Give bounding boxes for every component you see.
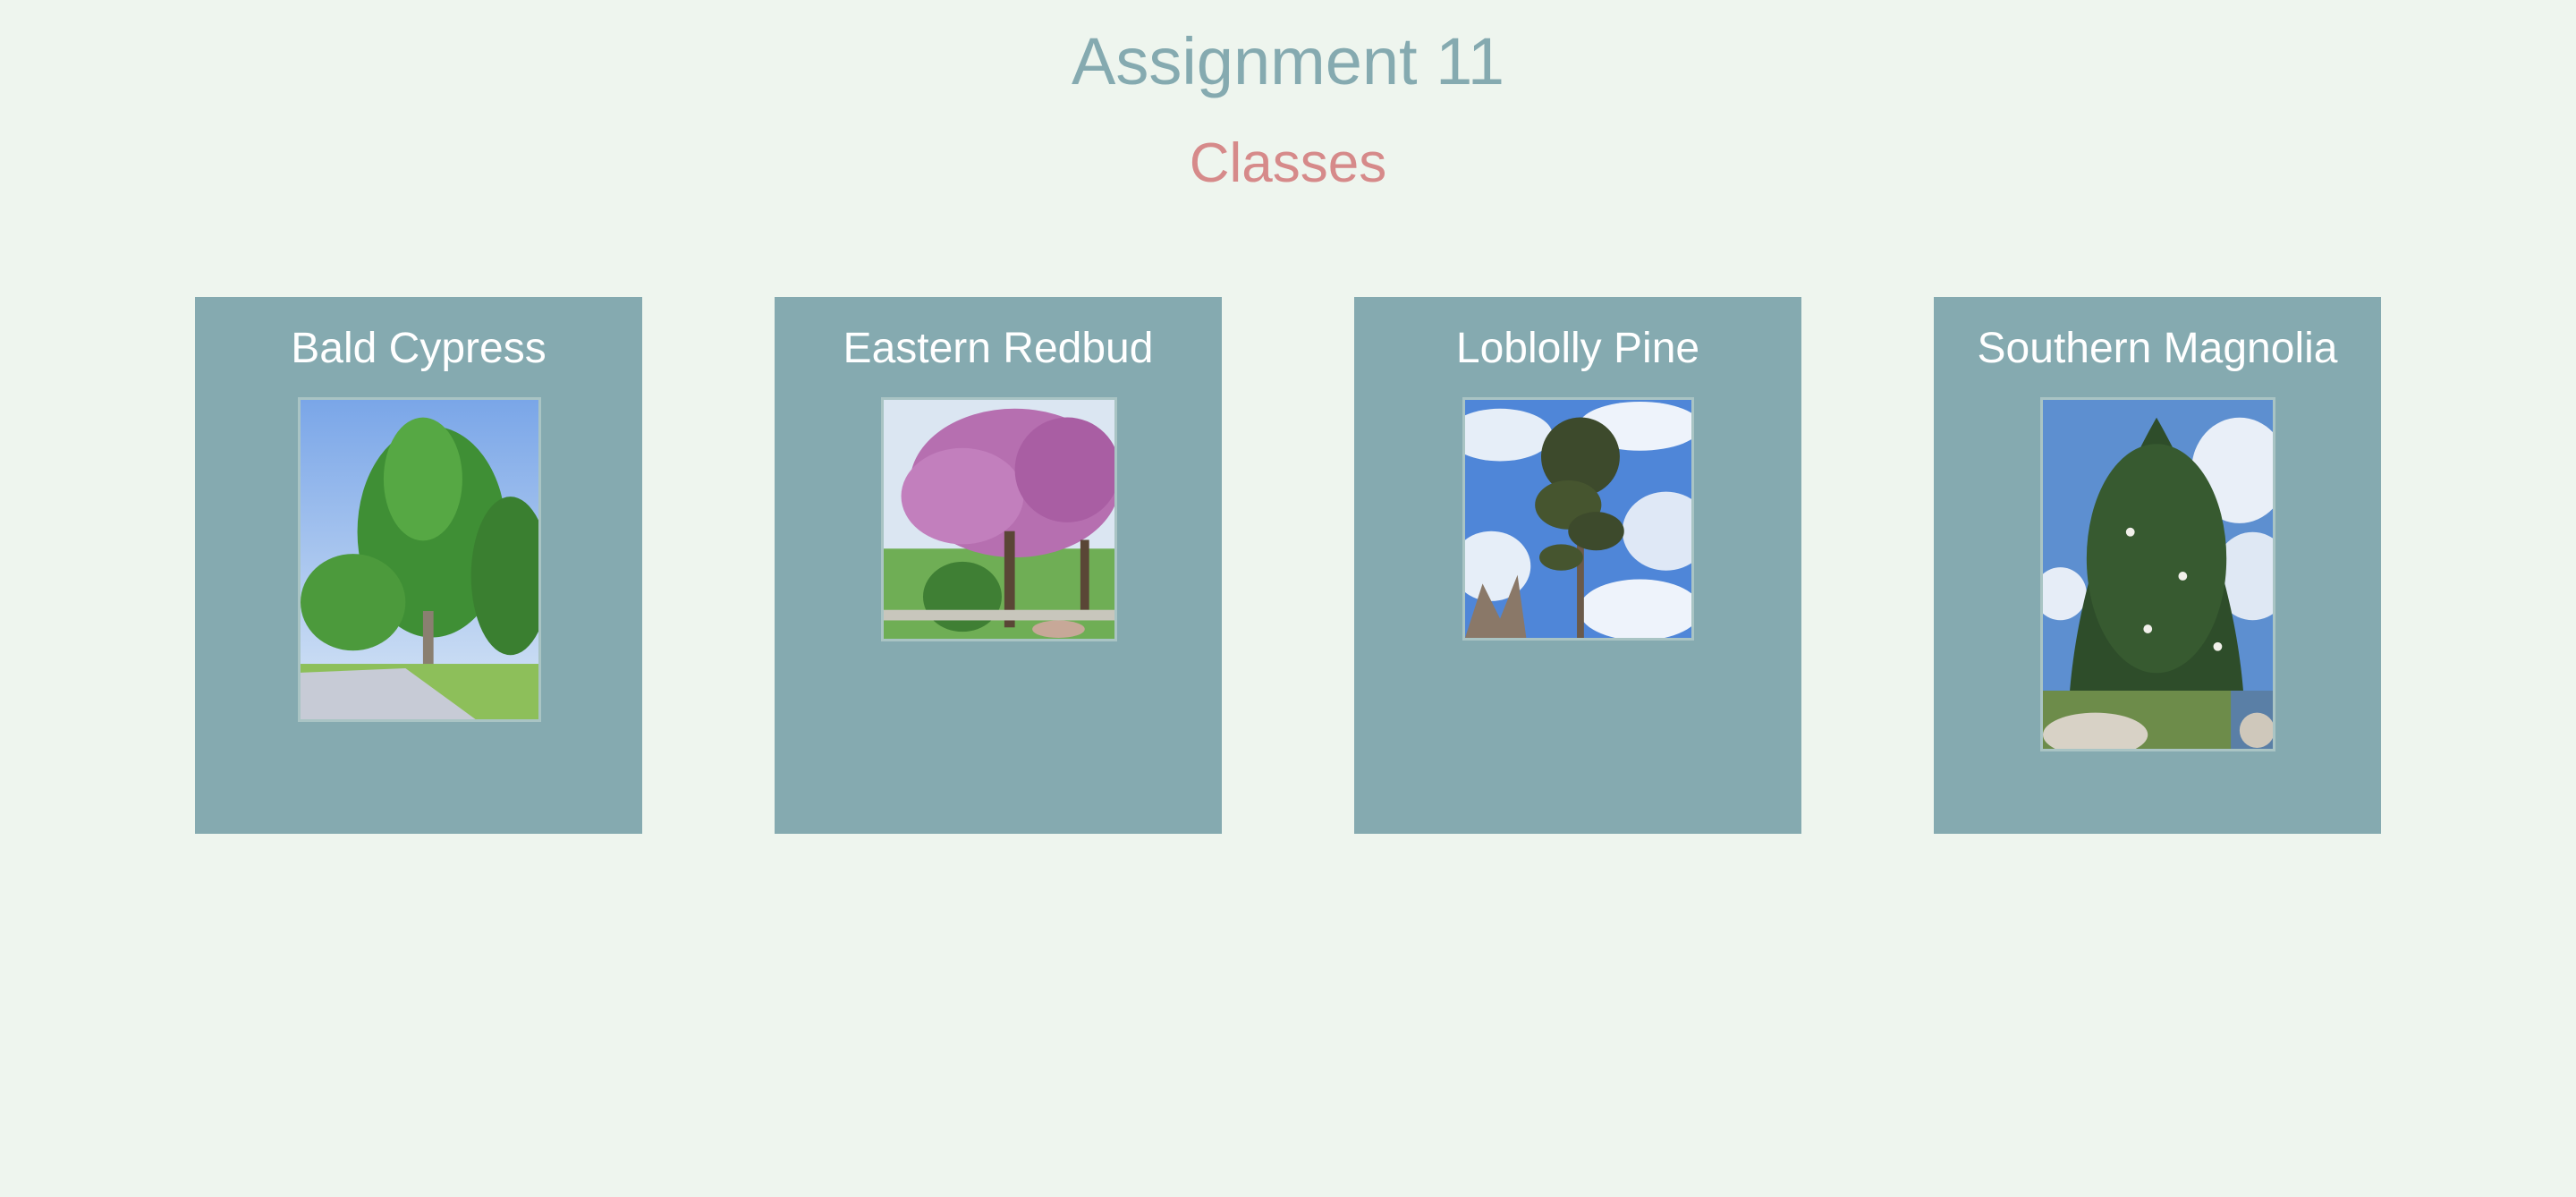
tree-card-southern-magnolia: Southern Magnolia [1934,297,2381,834]
tree-card-loblolly-pine: Loblolly Pine [1354,297,1801,834]
card-title: Loblolly Pine [1455,325,1700,372]
loblolly-pine-photo [1462,397,1694,641]
eastern-redbud-photo [881,397,1117,641]
tree-card-bald-cypress: Bald Cypress [195,297,642,834]
southern-magnolia-photo [2040,397,2275,751]
card-title: Eastern Redbud [843,325,1154,372]
page-title: Assignment 11 [1072,24,1504,98]
page-subtitle: Classes [1189,132,1387,194]
bald-cypress-photo [298,397,541,722]
tree-card-eastern-redbud: Eastern Redbud [775,297,1222,834]
card-title: Bald Cypress [291,325,547,372]
page: Assignment 11 Classes Bald Cypress Easte… [0,0,2576,1197]
card-title: Southern Magnolia [1977,325,2338,372]
